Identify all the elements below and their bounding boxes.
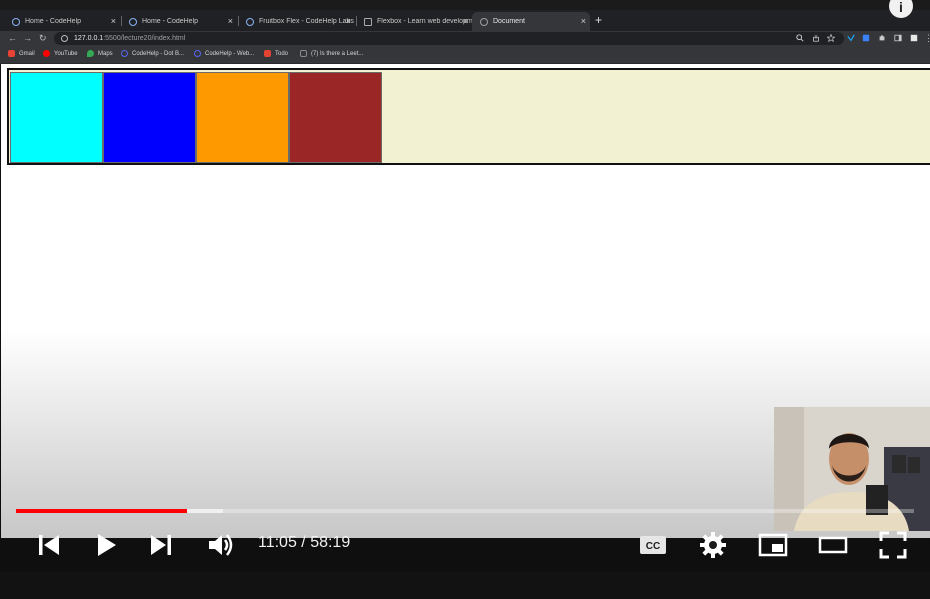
volume-icon[interactable] xyxy=(205,530,235,560)
bookmark-label: Maps xyxy=(98,50,113,57)
browser-chrome: Home - CodeHelp × Home - CodeHelp × Frui… xyxy=(0,0,930,64)
back-arrow-icon[interactable]: ← xyxy=(8,32,17,44)
bookmark-label: CodeHelp - Web... xyxy=(205,50,255,57)
zoom-search-icon[interactable] xyxy=(796,34,804,42)
cc-label: CC xyxy=(646,541,660,552)
close-tab-icon[interactable]: × xyxy=(228,16,233,26)
codehelp-icon xyxy=(121,50,128,57)
bookmark-star-icon[interactable] xyxy=(827,34,835,42)
close-tab-icon[interactable]: × xyxy=(581,16,586,26)
settings-gear-icon[interactable] xyxy=(698,530,728,560)
maps-pin-icon xyxy=(87,50,94,57)
reload-icon[interactable]: ↻ xyxy=(39,32,47,44)
progress-played xyxy=(16,509,187,513)
forward-arrow-icon[interactable]: → xyxy=(23,32,32,44)
tab-bar: Home - CodeHelp × Home - CodeHelp × Frui… xyxy=(0,10,930,31)
mdn-favicon-icon xyxy=(364,17,372,26)
tab-title: Fruitbox Flex - CodeHelp Labs xyxy=(259,18,354,25)
closed-captions-icon[interactable]: CC xyxy=(638,530,668,560)
codehelp-icon xyxy=(194,50,201,57)
bookmark-label: CodeHelp - Dot B... xyxy=(132,50,185,57)
site-info-icon[interactable] xyxy=(61,35,68,42)
bookmark-gmail[interactable]: Gmail xyxy=(8,50,35,57)
tab-title: Flexbox - Learn web developm xyxy=(377,18,472,25)
next-icon[interactable] xyxy=(146,530,176,560)
close-tab-icon[interactable]: × xyxy=(111,16,116,26)
youtube-icon xyxy=(43,50,50,57)
bookmark-label: Gmail xyxy=(19,50,35,57)
bookmark-label: (7) Is there a Leet... xyxy=(311,50,364,57)
browser-menu-icon[interactable]: ⋮ xyxy=(924,32,930,44)
flex-container xyxy=(7,68,930,165)
flex-item-orange xyxy=(196,72,289,163)
bookmark-leetcode[interactable]: (7) Is there a Leet... xyxy=(300,50,363,57)
tab-flexbox[interactable]: Flexbox - Learn web developm × xyxy=(356,12,472,31)
bookmark-todo[interactable]: Todo xyxy=(264,50,288,57)
address-bar[interactable]: 127.0.0.1 :5500/lecture20/index.html xyxy=(54,32,844,45)
bookmarks-bar: Gmail YouTube Maps CodeHelp - Dot B... C… xyxy=(0,46,930,64)
play-icon[interactable] xyxy=(91,530,121,560)
close-tab-icon[interactable]: × xyxy=(346,16,351,26)
tab-fruitbox-flex[interactable]: Fruitbox Flex - CodeHelp Labs × xyxy=(238,12,355,31)
theater-mode-icon[interactable] xyxy=(818,530,848,560)
url-host: 127.0.0.1 xyxy=(74,35,104,42)
browser-toolbar: ← → ↻ 127.0.0.1 :5500/lecture20/index.ht… xyxy=(0,31,930,46)
close-tab-icon[interactable]: × xyxy=(463,16,468,26)
leetcode-icon xyxy=(300,50,307,57)
video-progress-bar[interactable] xyxy=(16,509,914,513)
tab-title: Document xyxy=(493,18,525,25)
codehelp-favicon-icon xyxy=(246,17,254,26)
flex-item-brown xyxy=(289,72,382,163)
miniplayer-icon[interactable] xyxy=(758,530,788,560)
share-icon[interactable] xyxy=(812,34,820,42)
flex-item-blue xyxy=(103,72,196,163)
player-controls: 11:05 / 58:19 CC xyxy=(0,522,930,570)
globe-favicon-icon xyxy=(480,17,488,26)
time-display: 11:05 / 58:19 xyxy=(258,534,351,551)
bookmark-label: Todo xyxy=(275,50,289,57)
extensions-puzzle-icon[interactable] xyxy=(878,34,886,42)
side-panel-icon[interactable] xyxy=(894,34,902,42)
previous-icon[interactable] xyxy=(34,530,64,560)
tab-document[interactable]: Document × xyxy=(472,12,590,31)
bookmark-youtube[interactable]: YouTube xyxy=(43,50,78,57)
extension-blue-icon[interactable] xyxy=(862,34,870,42)
fullscreen-icon[interactable] xyxy=(878,530,908,560)
tab-title: Home - CodeHelp xyxy=(142,18,199,25)
player-bottom-bar xyxy=(0,572,930,599)
bookmark-maps[interactable]: Maps xyxy=(87,50,113,57)
bookmark-codehelp-dot[interactable]: CodeHelp - Dot B... xyxy=(121,50,184,57)
gmail-icon xyxy=(8,50,15,57)
tab-codehelp-1[interactable]: Home - CodeHelp × xyxy=(4,12,120,31)
codehelp-favicon-icon xyxy=(12,17,20,26)
tab-title: Home - CodeHelp xyxy=(25,18,82,25)
new-tab-button[interactable]: + xyxy=(595,13,602,27)
todoist-icon xyxy=(264,50,271,57)
profile-avatar-icon[interactable] xyxy=(910,34,918,42)
bookmark-codehelp-web[interactable]: CodeHelp - Web... xyxy=(194,50,254,57)
extension-bird-icon[interactable] xyxy=(847,34,855,42)
bookmark-label: YouTube xyxy=(54,50,78,57)
flex-item-cyan xyxy=(10,72,103,163)
codehelp-favicon-icon xyxy=(129,17,137,26)
video-top-strip xyxy=(0,0,930,10)
tab-codehelp-2[interactable]: Home - CodeHelp × xyxy=(121,12,237,31)
url-path: :5500/lecture20/index.html xyxy=(103,35,186,42)
